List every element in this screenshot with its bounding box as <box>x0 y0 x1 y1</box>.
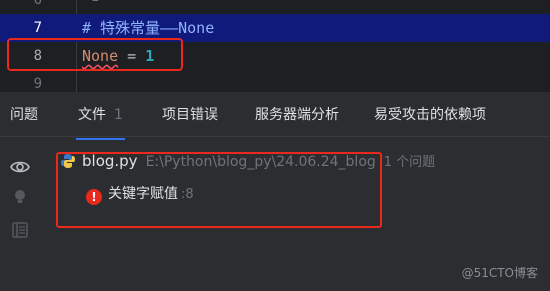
line-number: 9 <box>33 76 42 92</box>
tab-server-analysis[interactable]: 服务器端分析 <box>255 92 339 138</box>
highlight-box-problems <box>56 152 382 228</box>
eye-icon[interactable] <box>10 157 30 177</box>
tab-project-errors[interactable]: 项目错误 <box>162 92 218 138</box>
problem-count: 1 个问题 <box>383 155 436 170</box>
tab-label: 文件 <box>78 107 106 123</box>
tab-label: 项目错误 <box>162 107 218 123</box>
code-line-6[interactable]: 6 = <box>0 0 550 14</box>
line-code: = <box>92 0 99 14</box>
watermark: @51CTO博客 <box>461 266 538 280</box>
tab-file[interactable]: 文件 1 <box>76 92 125 140</box>
tab-label: 易受攻击的依赖项 <box>374 107 486 123</box>
tab-count: 1 <box>114 107 123 123</box>
panel-title: 问题 <box>10 107 38 123</box>
panel-side-toolbar <box>0 137 38 291</box>
code-line-9[interactable]: 9 <box>0 70 550 92</box>
lightbulb-icon[interactable] <box>10 187 30 207</box>
line-number: 6 <box>33 0 42 8</box>
problems-tab-bar: 问题 文件 1 项目错误 服务器端分析 易受攻击的依赖项 <box>0 92 550 140</box>
preview-icon[interactable] <box>10 220 30 240</box>
highlight-box-editor <box>7 38 183 71</box>
tab-vulnerable-deps[interactable]: 易受攻击的依赖项 <box>374 92 486 138</box>
tab-label: 服务器端分析 <box>255 107 339 123</box>
